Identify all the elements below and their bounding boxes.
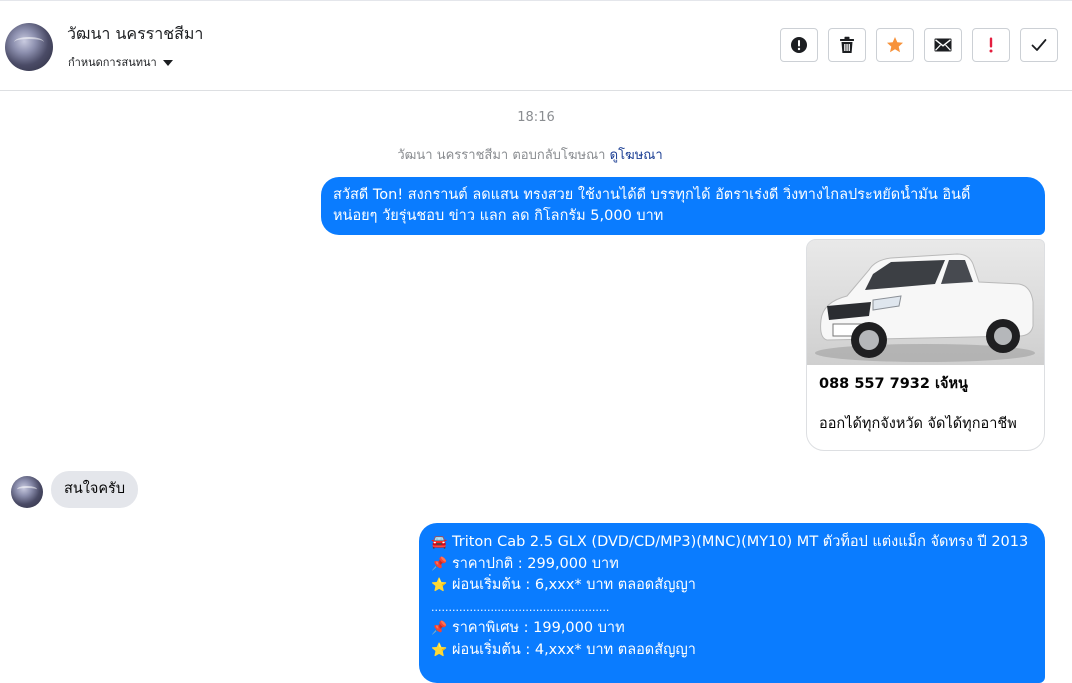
outgoing-message[interactable]: 🚘 Triton Cab 2.5 GLX (DVD/CD/MP3)(MNC)(M…	[419, 523, 1045, 683]
ad-reply-text: วัฒนา นครราชสีมา ตอบกลับโฆษณา	[397, 148, 606, 163]
contact-name[interactable]: วัฒนา นครราชสีมา	[67, 22, 203, 47]
message-row: ⭐ ผ่อนเริ่มต้น : 6,xxx* บาท ตลอดสัญญา	[431, 575, 1033, 597]
message-row: 📌 ราคาพิเศษ : 199,000 บาท	[431, 618, 1033, 640]
car-icon: 🚘	[431, 535, 448, 551]
message-line: หน่อยๆ วัยรุ่นชอบ ข่าว แลก ลด กิโลกรัม 5…	[333, 208, 664, 224]
spam-button[interactable]	[972, 28, 1010, 62]
mark-unread-button[interactable]	[924, 28, 962, 62]
message-row-text: ราคาพิเศษ : 199,000 บาท	[452, 620, 625, 637]
pushpin-icon: 📌	[431, 556, 448, 572]
sender-avatar[interactable]	[11, 476, 43, 508]
divider-dots: ........................................…	[431, 600, 610, 614]
message-line: สวัสดี Ton! สงกรานต์ ลดแสน ทรงสวย ใช้งาน…	[333, 187, 971, 203]
done-button[interactable]	[1020, 28, 1058, 62]
pushpin-icon: 📌	[431, 621, 448, 637]
message-timestamp: 18:16	[517, 110, 555, 125]
star-icon	[887, 37, 903, 53]
message-row-text: ผ่อนเริ่มต้น : 6,xxx* บาท ตลอดสัญญา	[452, 577, 696, 594]
outgoing-message[interactable]: สวัสดี Ton! สงกรานต์ ลดแสน ทรงสวย ใช้งาน…	[321, 177, 1045, 235]
manage-conversation-label: กำหนดการสนทนา	[68, 56, 157, 69]
report-button[interactable]	[780, 28, 818, 62]
incoming-message[interactable]: สนใจครับ	[51, 471, 139, 508]
contact-avatar[interactable]	[5, 23, 53, 71]
manage-conversation-dropdown[interactable]: กำหนดการสนทนา	[68, 53, 173, 71]
alert-circle-icon	[791, 37, 807, 53]
exclamation-icon	[989, 37, 993, 53]
white-pickup-truck-photo	[807, 240, 1044, 365]
ad-card-title: 088 557 7932 เจ้หนู	[819, 376, 968, 392]
star-icon: ⭐	[431, 642, 448, 658]
ad-card-subtitle: ออกได้ทุกจังหวัด จัดได้ทุกอาชีพ	[819, 416, 1017, 432]
message-row-text: ราคาปกติ : 299,000 บาท	[452, 555, 619, 572]
view-ad-link[interactable]: ดูโฆษณา	[610, 148, 663, 163]
trash-icon	[840, 36, 854, 53]
check-icon	[1031, 39, 1047, 51]
caret-down-icon	[162, 59, 173, 66]
message-row: ........................................…	[431, 597, 1033, 619]
star-button[interactable]	[876, 28, 914, 62]
message-row: 📌 ราคาปกติ : 299,000 บาท	[431, 554, 1033, 576]
conversation-header: วัฒนา นครราชสีมา กำหนดการสนทนา	[0, 1, 1072, 91]
star-icon: ⭐	[431, 578, 448, 594]
delete-button[interactable]	[828, 28, 866, 62]
message-row: ⭐ ผ่อนเริ่มต้น : 4,xxx* บาท ตลอดสัญญา	[431, 640, 1033, 662]
ad-reply-notice: วัฒนา นครราชสีมา ตอบกลับโฆษณา ดูโฆษณา	[0, 144, 1060, 165]
message-row-text: ผ่อนเริ่มต้น : 4,xxx* บาท ตลอดสัญญา	[452, 641, 696, 658]
ad-card[interactable]: 088 557 7932 เจ้หนู ออกได้ทุกจังหวัด จัด…	[806, 239, 1045, 451]
message-row-text: Triton Cab 2.5 GLX (DVD/CD/MP3)(MNC)(MY1…	[452, 534, 1029, 551]
message-row: 🚘 Triton Cab 2.5 GLX (DVD/CD/MP3)(MNC)(M…	[431, 532, 1033, 554]
envelope-icon	[934, 38, 952, 52]
